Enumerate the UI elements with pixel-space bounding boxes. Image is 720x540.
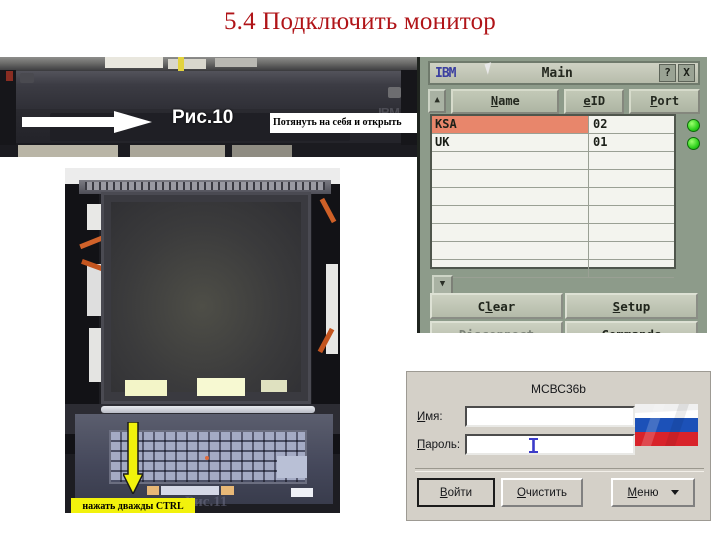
rack-left-post xyxy=(0,70,16,145)
login-dialog[interactable]: МСВС36b Имя: Пароль: Войти Очистить Меню xyxy=(406,371,711,521)
rack-top-panel-3 xyxy=(215,58,257,67)
close-icon[interactable]: X xyxy=(678,64,695,82)
monitor-screen xyxy=(111,202,301,392)
cell-eid xyxy=(589,242,674,259)
cell-name xyxy=(432,152,589,169)
photo-rack-front: IBM Рис.10 Потянуть на себя и открыть xyxy=(0,57,417,157)
login-button[interactable]: Войти xyxy=(417,478,495,507)
kvm-column-header: ▲ Name eID Port xyxy=(428,88,700,114)
cell-name xyxy=(432,206,589,223)
cell-name xyxy=(432,188,589,205)
column-header-name[interactable]: Name xyxy=(451,88,560,114)
cell-name xyxy=(432,260,589,277)
reflection-lamp-3 xyxy=(261,380,287,392)
disconnect-button[interactable]: Disconnect xyxy=(430,321,563,333)
table-row-empty[interactable] xyxy=(432,260,674,278)
table-row-empty[interactable] xyxy=(432,206,674,224)
login-host-name: МСВС36b xyxy=(531,382,586,396)
slide-canvas: 5.4 Подключить монитор IBM Рис.10 Потяну… xyxy=(0,0,720,540)
rack-server-1 xyxy=(18,145,118,157)
rack-server-3 xyxy=(232,145,292,157)
cell-name: UK xyxy=(432,134,589,151)
figure-label-11: Рис.11 xyxy=(185,494,228,510)
cell-name xyxy=(432,170,589,187)
cell-eid xyxy=(589,260,674,277)
mouse-button-left xyxy=(147,486,159,495)
photo-open-monitor: Рис.11 нажать дважды CTRL xyxy=(65,168,340,513)
rack-top-band xyxy=(0,57,417,71)
cell-eid xyxy=(589,170,674,187)
trackpoint xyxy=(205,456,209,460)
login-button-row: Войти Очистить Меню xyxy=(417,478,705,508)
rack-knob-right xyxy=(388,87,401,98)
username-input[interactable] xyxy=(465,406,635,427)
cell-eid xyxy=(589,224,674,241)
table-row-empty[interactable] xyxy=(432,242,674,260)
kvm-main-window[interactable]: IBM Main ? X ▲ Name eID Port KSA 02 UK 0… xyxy=(417,57,707,333)
reflection-lamp-1 xyxy=(125,380,167,396)
light-bar xyxy=(101,406,315,413)
yellow-down-arrow-icon xyxy=(123,422,143,494)
chevron-down-icon xyxy=(670,490,679,495)
commands-button[interactable]: Commands xyxy=(565,321,698,333)
table-row-empty[interactable] xyxy=(432,188,674,206)
table-row-empty[interactable] xyxy=(432,170,674,188)
password-row: Пароль: xyxy=(417,434,635,455)
table-row[interactable]: UK 01 xyxy=(432,134,674,152)
status-indicator xyxy=(678,116,707,134)
table-row-empty[interactable] xyxy=(432,224,674,242)
rack-red-cable xyxy=(6,71,13,81)
kvm-status-column xyxy=(678,116,707,152)
keyboard-numpad xyxy=(277,456,307,478)
cell-eid xyxy=(589,206,674,223)
kvm-title-bar: IBM Main ? X xyxy=(428,61,700,85)
table-row[interactable]: KSA 02 xyxy=(432,116,674,134)
username-row: Имя: xyxy=(417,406,635,427)
rack-top-panel-2 xyxy=(168,59,206,69)
password-input[interactable] xyxy=(465,434,635,455)
column-header-port[interactable]: Port xyxy=(629,88,700,114)
tray-vent-strip xyxy=(85,182,325,190)
cell-name xyxy=(432,224,589,241)
setup-button[interactable]: Setup xyxy=(565,293,698,319)
status-indicator xyxy=(678,134,707,152)
cell-eid xyxy=(589,188,674,205)
kvm-server-table[interactable]: KSA 02 UK 01 xyxy=(430,114,676,278)
reflection-lamp-2 xyxy=(197,378,245,396)
table-row-empty[interactable] xyxy=(432,152,674,170)
cell-name xyxy=(432,242,589,259)
clear-button[interactable]: Clear xyxy=(430,293,563,319)
white-right-arrow-icon xyxy=(22,111,152,133)
username-label: Имя: xyxy=(417,410,443,423)
menu-button[interactable]: Меню xyxy=(611,478,695,507)
cell-eid xyxy=(589,152,674,169)
column-header-eid[interactable]: eID xyxy=(564,88,625,114)
rack-caption: Потянуть на себя и открыть xyxy=(270,113,417,133)
help-button[interactable]: ? xyxy=(659,64,676,82)
page-title: 5.4 Подключить монитор xyxy=(223,8,496,35)
dialog-divider xyxy=(415,468,704,472)
russia-flag-icon xyxy=(635,404,698,446)
kvm-action-buttons: Clear Setup Disconnect Commands xyxy=(430,293,698,333)
cell-eid: 01 xyxy=(593,135,608,149)
rack-knob-left xyxy=(20,73,34,83)
rack-bezel xyxy=(0,70,417,112)
rack-server-2 xyxy=(130,145,225,157)
keyboard-caption: нажать дважды CTRL xyxy=(71,498,195,513)
cell-name: KSA xyxy=(432,116,589,133)
ibm-logo-icon: IBM xyxy=(435,65,457,81)
rack-yellow-tag xyxy=(178,57,184,71)
password-label: Пароль: xyxy=(417,438,461,451)
scroll-up-button[interactable]: ▲ xyxy=(428,89,447,113)
clear-button[interactable]: Очистить xyxy=(501,478,583,507)
cell-eid: 02 xyxy=(593,117,608,131)
kvm-title-bar-buttons: ? X xyxy=(659,64,698,82)
figure-label-10: Рис.10 xyxy=(172,107,234,128)
text-ibeam-cursor-icon xyxy=(529,438,538,453)
rack-top-panel-1 xyxy=(105,57,163,68)
rack-right-post xyxy=(401,70,417,145)
